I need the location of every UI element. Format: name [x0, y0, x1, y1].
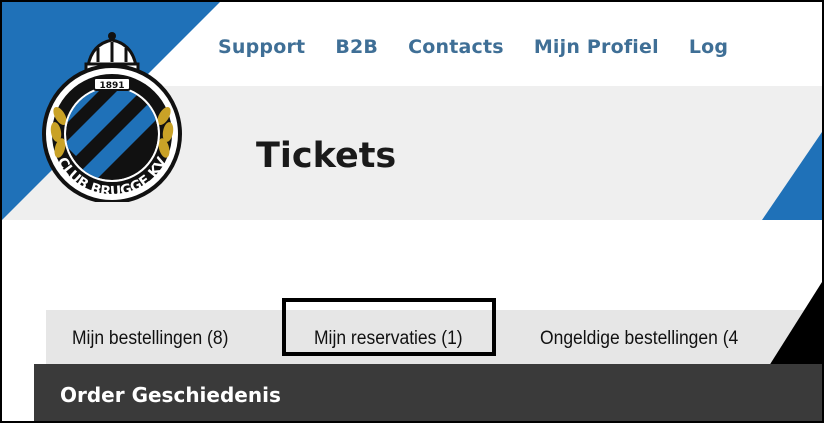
blue-right-decoration [762, 132, 822, 220]
nav-support[interactable]: Support [218, 36, 305, 58]
logo-year: 1891 [99, 81, 124, 91]
tab-mijn-bestellingen[interactable]: Mijn bestellingen (8) [72, 328, 228, 350]
nav-contacts[interactable]: Contacts [408, 36, 504, 58]
nav-mijn-profiel[interactable]: Mijn Profiel [534, 36, 659, 58]
section-title: Order Geschiedenis [60, 383, 281, 407]
tab-ongeldige-bestellingen[interactable]: Ongeldige bestellingen (4 [540, 328, 738, 350]
page-title: Tickets [256, 136, 397, 176]
app-frame: Support B2B Contacts Mijn Profiel Log 18… [0, 0, 824, 423]
nav-logout[interactable]: Log [689, 36, 728, 58]
club-brugge-logo[interactable]: 1891 CLUB BRUGGE KV [32, 24, 198, 202]
highlight-box [282, 298, 496, 356]
top-navigation: Support B2B Contacts Mijn Profiel Log [218, 36, 758, 58]
nav-b2b[interactable]: B2B [335, 36, 378, 58]
black-corner-decoration [762, 282, 822, 377]
